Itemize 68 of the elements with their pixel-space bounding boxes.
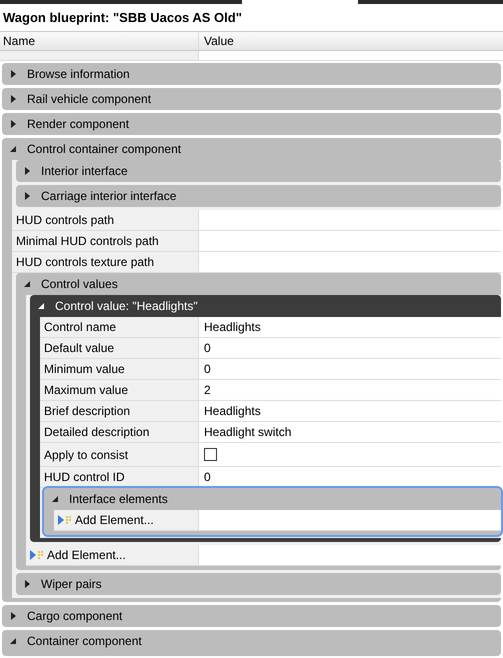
- tab[interactable]: [0, 0, 242, 4]
- property-name: Maximum value: [43, 382, 128, 399]
- property-name: Control name: [43, 319, 116, 336]
- property-value: 0: [204, 361, 211, 378]
- group-title: Control container component: [27, 141, 182, 158]
- expand-arrow-icon: [10, 95, 17, 103]
- expand-arrow-icon: [10, 612, 17, 620]
- value-cell[interactable]: [198, 210, 501, 230]
- window-title: Wagon blueprint: "SBB Uacos AS Old": [2, 9, 243, 27]
- group-header[interactable]: Render component: [2, 113, 501, 135]
- property-name: Minimum value: [43, 361, 125, 378]
- group-title: Interior interface: [41, 163, 128, 180]
- add-icon: [30, 550, 44, 560]
- property-name: HUD controls path: [15, 212, 114, 229]
- property-name: Default value: [43, 340, 114, 357]
- group-header[interactable]: Rail vehicle component: [2, 88, 501, 110]
- group-title: Control value: "Headlights": [55, 298, 198, 315]
- group-header[interactable]: Interface elements: [44, 488, 501, 510]
- group-title: Wiper pairs: [41, 576, 102, 593]
- expand-arrow-icon: [10, 120, 17, 128]
- group-header[interactable]: Control values: [16, 273, 501, 295]
- value-cell[interactable]: [198, 510, 501, 530]
- property-value: 0: [204, 340, 211, 357]
- group-title: Rail vehicle component: [27, 91, 152, 108]
- property-name: Brief description: [43, 403, 130, 420]
- checkbox[interactable]: [204, 448, 217, 461]
- group-title: Container component: [27, 633, 142, 650]
- property-value: Headlight switch: [204, 424, 292, 441]
- collapse-arrow-icon: [10, 637, 17, 645]
- group-title: Render component: [27, 116, 130, 133]
- add-element-button[interactable]: Add Element...: [54, 511, 154, 529]
- collapse-arrow-icon: [52, 495, 59, 503]
- property-name: Minimal HUD controls path: [15, 233, 159, 250]
- value-cell[interactable]: [198, 252, 501, 272]
- value-cell[interactable]: [198, 231, 501, 251]
- group-header[interactable]: Control value: "Headlights": [30, 295, 501, 317]
- group-header[interactable]: Browse information: [2, 63, 501, 85]
- collapse-arrow-icon: [10, 145, 17, 153]
- column-header[interactable]: Name: [0, 32, 198, 50]
- group-header[interactable]: Wiper pairs: [16, 573, 501, 595]
- tab[interactable]: [358, 0, 503, 4]
- expand-arrow-icon: [24, 167, 31, 175]
- group-title: Interface elements: [69, 491, 168, 508]
- add-element-button[interactable]: Add Element...: [26, 546, 126, 564]
- group-header[interactable]: Carriage interior interface: [16, 185, 501, 207]
- collapse-arrow-icon: [38, 302, 45, 310]
- value-cell[interactable]: [198, 545, 501, 565]
- group-title: Carriage interior interface: [41, 188, 176, 205]
- group-header[interactable]: Control container component: [2, 138, 501, 160]
- property-value: 2: [204, 382, 211, 399]
- property-value: Headlights: [204, 319, 261, 336]
- group-title: Control values: [41, 276, 118, 293]
- expand-arrow-icon: [24, 192, 31, 200]
- collapse-arrow-icon: [24, 280, 31, 288]
- property-name: HUD controls texture path: [15, 254, 154, 271]
- group-header[interactable]: Cargo component: [2, 605, 501, 627]
- property-value: Headlights: [204, 403, 261, 420]
- group-title: Browse information: [27, 66, 130, 83]
- property-name: HUD control ID: [43, 469, 125, 486]
- group-header[interactable]: Interior interface: [16, 160, 501, 182]
- property-value: 0: [204, 469, 211, 486]
- column-header[interactable]: Value: [198, 32, 503, 50]
- group-title: Cargo component: [27, 608, 122, 625]
- property-name: Apply to consist: [43, 446, 128, 464]
- add-icon: [58, 515, 72, 525]
- expand-arrow-icon: [24, 580, 31, 588]
- expand-arrow-icon: [10, 70, 17, 78]
- property-name: Detailed description: [43, 424, 150, 441]
